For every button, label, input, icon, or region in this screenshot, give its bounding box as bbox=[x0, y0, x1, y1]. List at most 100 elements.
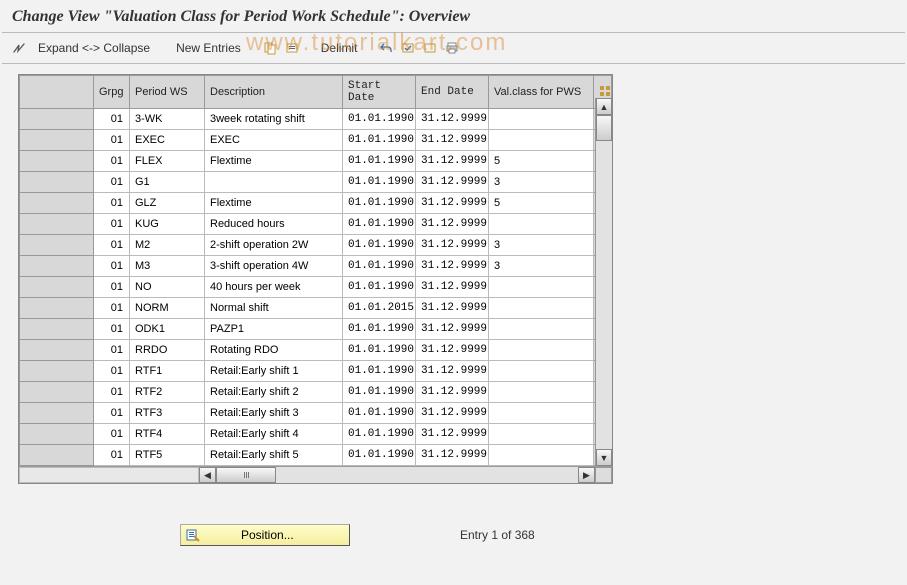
cell-end-date[interactable]: 31.12.9999 bbox=[416, 298, 489, 319]
row-selector[interactable] bbox=[20, 382, 94, 403]
cell-grpg[interactable]: 01 bbox=[94, 109, 130, 130]
cell-description[interactable]: PAZP1 bbox=[205, 319, 343, 340]
vertical-scrollbar[interactable]: ▲ ▼ bbox=[595, 98, 612, 466]
cell-period-ws[interactable]: ODK1 bbox=[130, 319, 205, 340]
row-selector[interactable] bbox=[20, 424, 94, 445]
cell-end-date[interactable]: 31.12.9999 bbox=[416, 382, 489, 403]
cell-val-class[interactable] bbox=[489, 361, 594, 382]
cell-start-date[interactable]: 01.01.1990 bbox=[343, 172, 416, 193]
cell-grpg[interactable]: 01 bbox=[94, 424, 130, 445]
cell-val-class[interactable] bbox=[489, 277, 594, 298]
cell-grpg[interactable]: 01 bbox=[94, 151, 130, 172]
vscroll-track[interactable] bbox=[596, 115, 612, 449]
deselect-all-icon[interactable] bbox=[421, 39, 439, 57]
cell-end-date[interactable]: 31.12.9999 bbox=[416, 319, 489, 340]
cell-end-date[interactable]: 31.12.9999 bbox=[416, 340, 489, 361]
cell-grpg[interactable]: 01 bbox=[94, 193, 130, 214]
row-selector[interactable] bbox=[20, 403, 94, 424]
cell-description[interactable]: Reduced hours bbox=[205, 214, 343, 235]
cell-val-class[interactable] bbox=[489, 109, 594, 130]
cell-end-date[interactable]: 31.12.9999 bbox=[416, 445, 489, 466]
row-selector[interactable] bbox=[20, 130, 94, 151]
cell-start-date[interactable]: 01.01.1990 bbox=[343, 256, 416, 277]
col-header-end-date[interactable]: End Date bbox=[416, 76, 489, 109]
row-selector[interactable] bbox=[20, 235, 94, 256]
cell-description[interactable]: Retail:Early shift 3 bbox=[205, 403, 343, 424]
cell-start-date[interactable]: 01.01.2015 bbox=[343, 298, 416, 319]
cell-end-date[interactable]: 31.12.9999 bbox=[416, 277, 489, 298]
row-selector[interactable] bbox=[20, 109, 94, 130]
position-button[interactable]: Position... bbox=[180, 524, 350, 546]
cell-start-date[interactable]: 01.01.1990 bbox=[343, 130, 416, 151]
cell-val-class[interactable] bbox=[489, 445, 594, 466]
cell-start-date[interactable]: 01.01.1990 bbox=[343, 319, 416, 340]
row-selector[interactable] bbox=[20, 172, 94, 193]
cell-period-ws[interactable]: KUG bbox=[130, 214, 205, 235]
cell-grpg[interactable]: 01 bbox=[94, 130, 130, 151]
cell-period-ws[interactable]: M2 bbox=[130, 235, 205, 256]
cell-period-ws[interactable]: RTF4 bbox=[130, 424, 205, 445]
cell-grpg[interactable]: 01 bbox=[94, 319, 130, 340]
horizontal-scrollbar[interactable]: ◀ ▶ bbox=[19, 466, 612, 483]
cell-grpg[interactable]: 01 bbox=[94, 382, 130, 403]
col-header-val-class[interactable]: Val.class for PWS bbox=[489, 76, 594, 109]
hscroll-thumb[interactable] bbox=[216, 467, 276, 483]
cell-start-date[interactable]: 01.01.1990 bbox=[343, 277, 416, 298]
cell-end-date[interactable]: 31.12.9999 bbox=[416, 256, 489, 277]
cell-grpg[interactable]: 01 bbox=[94, 403, 130, 424]
cell-end-date[interactable]: 31.12.9999 bbox=[416, 403, 489, 424]
cell-end-date[interactable]: 31.12.9999 bbox=[416, 424, 489, 445]
expand-collapse-button[interactable]: Expand <-> Collapse bbox=[32, 39, 156, 57]
col-header-period-ws[interactable]: Period WS bbox=[130, 76, 205, 109]
cell-period-ws[interactable]: G1 bbox=[130, 172, 205, 193]
cell-start-date[interactable]: 01.01.1990 bbox=[343, 340, 416, 361]
scroll-down-icon[interactable]: ▼ bbox=[596, 449, 612, 466]
col-header-grpg[interactable]: Grpg bbox=[94, 76, 130, 109]
cell-period-ws[interactable]: NORM bbox=[130, 298, 205, 319]
cell-description[interactable]: EXEC bbox=[205, 130, 343, 151]
cell-description[interactable]: 3week rotating shift bbox=[205, 109, 343, 130]
cell-val-class[interactable]: 5 bbox=[489, 193, 594, 214]
cell-description[interactable]: Retail:Early shift 5 bbox=[205, 445, 343, 466]
cell-period-ws[interactable]: NO bbox=[130, 277, 205, 298]
print-icon[interactable] bbox=[443, 39, 461, 57]
toggle-icon[interactable] bbox=[10, 39, 28, 57]
cell-start-date[interactable]: 01.01.1990 bbox=[343, 151, 416, 172]
cell-period-ws[interactable]: 3-WK bbox=[130, 109, 205, 130]
cell-description[interactable]: 2-shift operation 2W bbox=[205, 235, 343, 256]
undo-icon[interactable] bbox=[377, 39, 395, 57]
cell-grpg[interactable]: 01 bbox=[94, 361, 130, 382]
row-selector[interactable] bbox=[20, 319, 94, 340]
cell-description[interactable]: Retail:Early shift 2 bbox=[205, 382, 343, 403]
cell-description[interactable]: Retail:Early shift 1 bbox=[205, 361, 343, 382]
cell-end-date[interactable]: 31.12.9999 bbox=[416, 214, 489, 235]
cell-start-date[interactable]: 01.01.1990 bbox=[343, 424, 416, 445]
cell-period-ws[interactable]: EXEC bbox=[130, 130, 205, 151]
row-selector[interactable] bbox=[20, 298, 94, 319]
cell-period-ws[interactable]: RTF1 bbox=[130, 361, 205, 382]
cell-start-date[interactable]: 01.01.1990 bbox=[343, 445, 416, 466]
row-selector[interactable] bbox=[20, 277, 94, 298]
cell-grpg[interactable]: 01 bbox=[94, 277, 130, 298]
cell-description[interactable]: Normal shift bbox=[205, 298, 343, 319]
cell-description[interactable]: Flextime bbox=[205, 151, 343, 172]
cell-val-class[interactable] bbox=[489, 319, 594, 340]
cell-period-ws[interactable]: RTF5 bbox=[130, 445, 205, 466]
cell-grpg[interactable]: 01 bbox=[94, 214, 130, 235]
cell-end-date[interactable]: 31.12.9999 bbox=[416, 193, 489, 214]
new-entries-button[interactable]: New Entries bbox=[170, 39, 247, 57]
cell-val-class[interactable] bbox=[489, 424, 594, 445]
cell-val-class[interactable] bbox=[489, 298, 594, 319]
cell-start-date[interactable]: 01.01.1990 bbox=[343, 361, 416, 382]
cell-val-class[interactable] bbox=[489, 403, 594, 424]
row-selector[interactable] bbox=[20, 151, 94, 172]
row-selector-header[interactable] bbox=[20, 76, 94, 109]
select-all-icon[interactable] bbox=[399, 39, 417, 57]
vscroll-thumb[interactable] bbox=[596, 115, 612, 141]
cell-grpg[interactable]: 01 bbox=[94, 256, 130, 277]
col-header-start-date[interactable]: Start Date bbox=[343, 76, 416, 109]
row-selector[interactable] bbox=[20, 256, 94, 277]
cell-start-date[interactable]: 01.01.1990 bbox=[343, 382, 416, 403]
hscroll-track[interactable] bbox=[216, 467, 578, 483]
copy-icon[interactable] bbox=[261, 39, 279, 57]
